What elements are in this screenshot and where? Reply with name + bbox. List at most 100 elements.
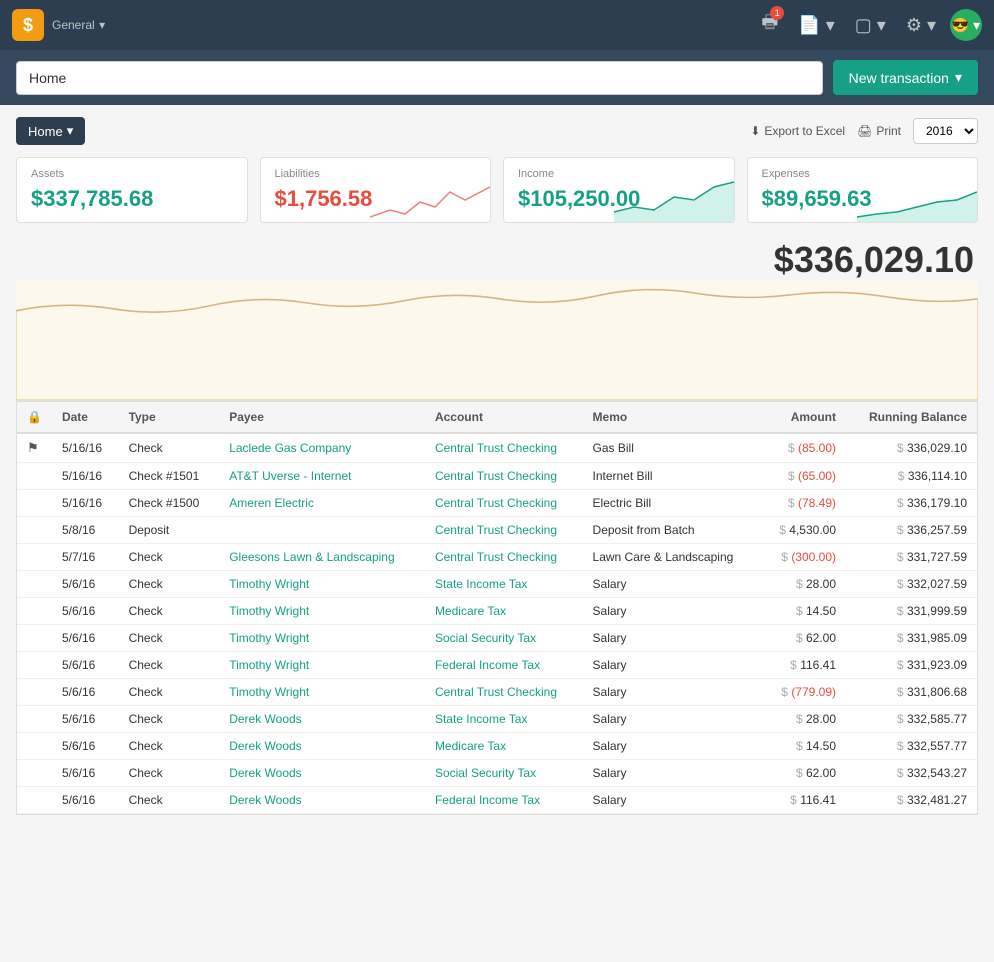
table-row[interactable]: 5/6/16CheckTimothy WrightMedicare TaxSal… xyxy=(17,598,977,625)
row-account[interactable]: Federal Income Tax xyxy=(425,652,583,679)
row-payee[interactable]: Timothy Wright xyxy=(219,625,425,652)
table-body: ⚑5/16/16CheckLaclede Gas CompanyCentral … xyxy=(17,433,977,814)
row-account[interactable]: State Income Tax xyxy=(425,571,583,598)
row-amount: $ 116.41 xyxy=(761,652,846,679)
table-row[interactable]: 5/7/16CheckGleesons Lawn & LandscapingCe… xyxy=(17,544,977,571)
row-flag xyxy=(17,544,52,571)
table-row[interactable]: 5/16/16Check #1500Ameren ElectricCentral… xyxy=(17,490,977,517)
row-memo: Salary xyxy=(583,625,761,652)
income-card: Income $105,250.00 xyxy=(503,157,735,223)
row-balance: $ 336,257.59 xyxy=(846,517,977,544)
row-account[interactable]: Social Security Tax xyxy=(425,760,583,787)
row-amount: $ 62.00 xyxy=(761,625,846,652)
row-account[interactable]: Central Trust Checking xyxy=(425,433,583,463)
row-account[interactable]: Medicare Tax xyxy=(425,733,583,760)
row-date: 5/7/16 xyxy=(52,544,119,571)
row-payee[interactable]: Derek Woods xyxy=(219,760,425,787)
row-payee[interactable]: Timothy Wright xyxy=(219,571,425,598)
row-account[interactable]: Social Security Tax xyxy=(425,625,583,652)
table-row[interactable]: ⚑5/16/16CheckLaclede Gas CompanyCentral … xyxy=(17,433,977,463)
window-icon[interactable]: ▢ ▾ xyxy=(849,11,892,40)
row-date: 5/8/16 xyxy=(52,517,119,544)
row-memo: Salary xyxy=(583,571,761,598)
row-payee[interactable]: AT&T Uverse - Internet xyxy=(219,463,425,490)
settings-icon[interactable]: ⚙ ▾ xyxy=(900,11,942,40)
table-row[interactable]: 5/6/16CheckDerek WoodsMedicare TaxSalary… xyxy=(17,733,977,760)
table-row[interactable]: 5/6/16CheckTimothy WrightState Income Ta… xyxy=(17,571,977,598)
row-account[interactable]: Central Trust Checking xyxy=(425,679,583,706)
table-row[interactable]: 5/6/16CheckDerek WoodsSocial Security Ta… xyxy=(17,760,977,787)
row-type: Check xyxy=(119,733,220,760)
row-type: Check #1501 xyxy=(119,463,220,490)
row-type: Check xyxy=(119,598,220,625)
row-date: 5/6/16 xyxy=(52,733,119,760)
row-memo: Salary xyxy=(583,760,761,787)
home-button[interactable]: Home ▾ xyxy=(16,117,85,145)
avatar[interactable]: 😎 ▾ xyxy=(950,9,982,41)
document-icon[interactable]: 📄 ▾ xyxy=(792,11,840,40)
row-date: 5/16/16 xyxy=(52,490,119,517)
row-memo: Salary xyxy=(583,787,761,814)
table-row[interactable]: 5/6/16CheckDerek WoodsFederal Income Tax… xyxy=(17,787,977,814)
row-date: 5/6/16 xyxy=(52,571,119,598)
table-row[interactable]: 5/16/16Check #1501AT&T Uverse - Internet… xyxy=(17,463,977,490)
row-account[interactable]: Central Trust Checking xyxy=(425,544,583,571)
main-content: Home ▾ ⬇ Export to Excel 🖨 Print 2016 20… xyxy=(0,105,994,827)
row-payee[interactable]: Ameren Electric xyxy=(219,490,425,517)
search-input[interactable] xyxy=(16,61,823,95)
summary-cards: Assets $337,785.68 Liabilities $1,756.58… xyxy=(16,157,978,223)
row-payee[interactable]: Derek Woods xyxy=(219,787,425,814)
export-button[interactable]: ⬇ Export to Excel xyxy=(750,124,845,138)
table-row[interactable]: 5/8/16DepositCentral Trust CheckingDepos… xyxy=(17,517,977,544)
row-flag xyxy=(17,463,52,490)
row-balance: $ 332,557.77 xyxy=(846,733,977,760)
row-account[interactable]: Central Trust Checking xyxy=(425,490,583,517)
table-row[interactable]: 5/6/16CheckTimothy WrightFederal Income … xyxy=(17,652,977,679)
chart-area xyxy=(16,281,978,401)
row-balance: $ 336,114.10 xyxy=(846,463,977,490)
row-account[interactable]: Medicare Tax xyxy=(425,598,583,625)
row-payee[interactable] xyxy=(219,517,425,544)
assets-card: Assets $337,785.68 xyxy=(16,157,248,223)
row-flag xyxy=(17,490,52,517)
row-balance: $ 331,806.68 xyxy=(846,679,977,706)
row-balance: $ 332,543.27 xyxy=(846,760,977,787)
row-account[interactable]: State Income Tax xyxy=(425,706,583,733)
row-balance: $ 336,179.10 xyxy=(846,490,977,517)
row-balance: $ 331,923.09 xyxy=(846,652,977,679)
row-payee[interactable]: Derek Woods xyxy=(219,733,425,760)
row-type: Check xyxy=(119,571,220,598)
row-memo: Salary xyxy=(583,706,761,733)
row-balance: $ 331,985.09 xyxy=(846,625,977,652)
row-date: 5/6/16 xyxy=(52,787,119,814)
row-payee[interactable]: Derek Woods xyxy=(219,706,425,733)
row-payee[interactable]: Timothy Wright xyxy=(219,652,425,679)
new-transaction-button[interactable]: New transaction ▾ xyxy=(833,60,978,95)
row-payee[interactable]: Timothy Wright xyxy=(219,679,425,706)
row-account[interactable]: Central Trust Checking xyxy=(425,517,583,544)
net-total: $336,029.10 xyxy=(16,239,978,281)
col-account: Account xyxy=(425,402,583,433)
row-flag xyxy=(17,679,52,706)
toolbar-right: ⬇ Export to Excel 🖨 Print 2016 2015 2014 xyxy=(750,118,978,144)
row-payee[interactable]: Timothy Wright xyxy=(219,598,425,625)
table-row[interactable]: 5/6/16CheckTimothy WrightSocial Security… xyxy=(17,625,977,652)
year-select[interactable]: 2016 2015 2014 xyxy=(913,118,978,144)
app-logo[interactable]: $ xyxy=(12,9,44,41)
app-name[interactable]: General ▾ xyxy=(52,16,105,34)
row-date: 5/6/16 xyxy=(52,598,119,625)
row-payee[interactable]: Gleesons Lawn & Landscaping xyxy=(219,544,425,571)
print-button[interactable]: 🖨 Print xyxy=(857,124,901,138)
table-row[interactable]: 5/6/16CheckTimothy WrightCentral Trust C… xyxy=(17,679,977,706)
table-row[interactable]: 5/6/16CheckDerek WoodsState Income TaxSa… xyxy=(17,706,977,733)
row-amount: $ 28.00 xyxy=(761,706,846,733)
notifications-icon[interactable]: 🖶 1 xyxy=(755,6,784,44)
row-flag xyxy=(17,571,52,598)
row-payee[interactable]: Laclede Gas Company xyxy=(219,433,425,463)
row-account[interactable]: Federal Income Tax xyxy=(425,787,583,814)
row-amount: $ (65.00) xyxy=(761,463,846,490)
row-flag xyxy=(17,733,52,760)
row-memo: Salary xyxy=(583,733,761,760)
row-account[interactable]: Central Trust Checking xyxy=(425,463,583,490)
row-date: 5/16/16 xyxy=(52,463,119,490)
